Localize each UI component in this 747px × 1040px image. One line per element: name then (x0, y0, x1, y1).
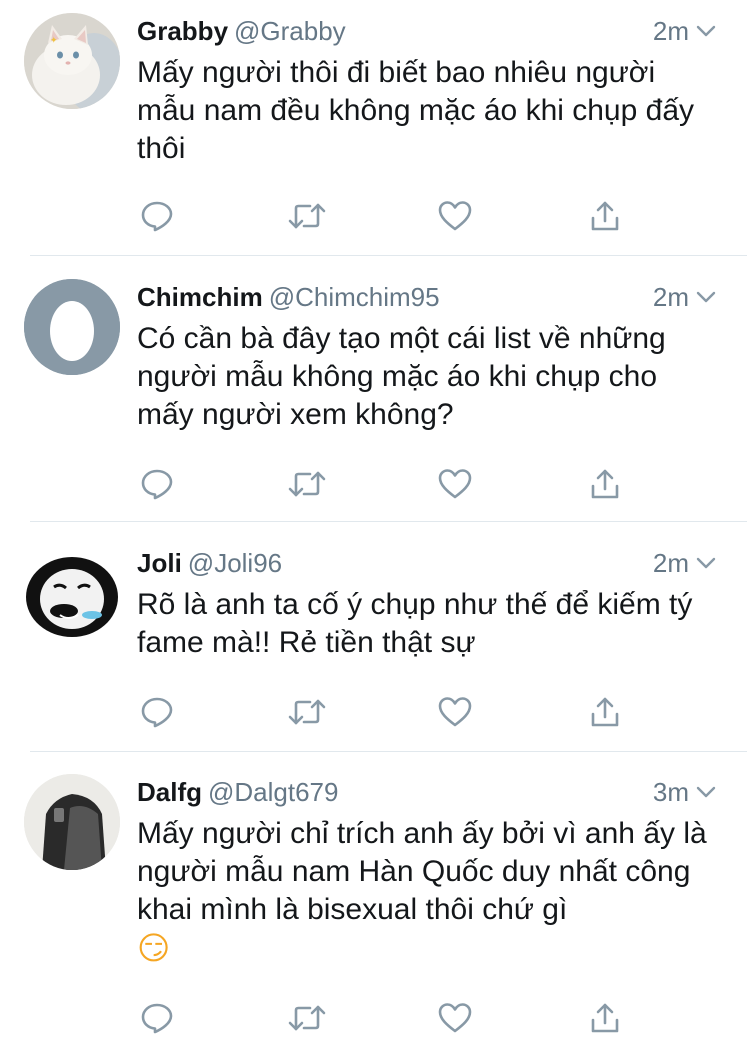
user-handle[interactable]: @Chimchim95 (269, 282, 440, 312)
author-line: Dalfg @Dalgt679 (137, 775, 338, 809)
retweet-button[interactable] (287, 464, 327, 504)
reply-icon (141, 1003, 173, 1034)
retweet-button[interactable] (287, 998, 327, 1038)
tweet-text-content: Mấy người chỉ trích anh ấy bởi vì anh ấy… (137, 817, 707, 926)
share-button[interactable] (585, 196, 625, 236)
retweet-icon (288, 471, 326, 497)
tweet-actions (137, 196, 637, 236)
retweet-icon (288, 1005, 326, 1031)
retweet-icon (288, 699, 326, 725)
reply-button[interactable] (137, 692, 177, 732)
divider (30, 751, 747, 752)
timestamp-area: 2m (653, 546, 717, 580)
author-line: Chimchim @Chimchim95 (137, 280, 440, 314)
retweet-icon (288, 203, 326, 229)
display-name[interactable]: Chimchim (137, 282, 263, 312)
chevron-down-icon[interactable] (695, 552, 717, 574)
reply-icon (141, 469, 173, 500)
tweet[interactable]: ✦ Grabby @Grabby 2m Mấy người thôi đi biế… (0, 0, 747, 256)
smirk-emoji-icon: 😏 (137, 929, 171, 967)
divider (30, 521, 747, 522)
like-icon (438, 201, 472, 231)
tweet[interactable]: Dalfg @Dalgt679 3m Mấy người chỉ trích an… (0, 761, 747, 1040)
user-handle[interactable]: @Grabby (234, 16, 346, 46)
tweet-text: Rõ là anh ta cố ý chụp như thế để kiếm t… (137, 588, 693, 659)
tweet-actions (137, 998, 637, 1038)
like-icon (438, 697, 472, 727)
timestamp[interactable]: 2m (653, 14, 689, 48)
author-line: Joli @Joli96 (137, 546, 282, 580)
like-icon (438, 469, 472, 499)
tweet-text: Mấy người thôi đi biết bao nhiêu người m… (137, 56, 695, 165)
timestamp[interactable]: 3m (653, 775, 689, 809)
reply-icon (141, 697, 173, 728)
timestamp-area: 2m (653, 14, 717, 48)
tweet-actions (137, 464, 637, 504)
user-handle[interactable]: @Joli96 (188, 548, 282, 578)
chevron-down-icon[interactable] (695, 20, 717, 42)
avatar[interactable]: ✦ (24, 13, 120, 109)
timestamp-area: 2m (653, 280, 717, 314)
divider (30, 255, 747, 256)
like-button[interactable] (435, 196, 475, 236)
like-button[interactable] (435, 464, 475, 504)
cat-avatar-icon: ✦ (24, 13, 120, 109)
avatar[interactable] (24, 279, 120, 375)
chevron-down-icon[interactable] (695, 286, 717, 308)
share-icon (591, 469, 619, 499)
user-handle[interactable]: @Dalgt679 (208, 777, 338, 807)
display-name[interactable]: Joli (137, 548, 182, 578)
share-icon (591, 201, 619, 231)
timestamp[interactable]: 2m (653, 546, 689, 580)
tweet-actions (137, 692, 637, 732)
retweet-button[interactable] (287, 692, 327, 732)
share-button[interactable] (585, 998, 625, 1038)
reply-button[interactable] (137, 464, 177, 504)
share-button[interactable] (585, 692, 625, 732)
share-icon (591, 697, 619, 727)
display-name[interactable]: Grabby (137, 16, 228, 46)
share-button[interactable] (585, 464, 625, 504)
reply-icon (141, 201, 173, 232)
tweet[interactable]: Joli @Joli96 2m Rõ là anh ta cố ý chụp nh… (0, 532, 747, 752)
reply-button[interactable] (137, 998, 177, 1038)
avatar[interactable] (24, 545, 120, 641)
display-name[interactable]: Dalfg (137, 777, 202, 807)
retweet-button[interactable] (287, 196, 327, 236)
like-button[interactable] (435, 998, 475, 1038)
author-line: Grabby @Grabby (137, 14, 346, 48)
tweet-text: Mấy người chỉ trích anh ấy bởi vì anh ấy… (137, 815, 717, 969)
reply-button[interactable] (137, 196, 177, 236)
tweet[interactable]: Chimchim @Chimchim95 2m Có cần bà đây tạo… (0, 266, 747, 522)
svg-text:✦: ✦ (50, 35, 58, 45)
timestamp-area: 3m (653, 775, 717, 809)
share-icon (591, 1003, 619, 1033)
chevron-down-icon[interactable] (695, 781, 717, 803)
egg-avatar-icon (24, 279, 120, 375)
avatar[interactable] (24, 774, 120, 870)
timestamp[interactable]: 2m (653, 280, 689, 314)
person-avatar-icon (24, 774, 120, 870)
panda-meme-avatar-icon (24, 545, 120, 641)
like-icon (438, 1003, 472, 1033)
tweet-text: Có cần bà đây tạo một cái list về những … (137, 322, 666, 431)
like-button[interactable] (435, 692, 475, 732)
